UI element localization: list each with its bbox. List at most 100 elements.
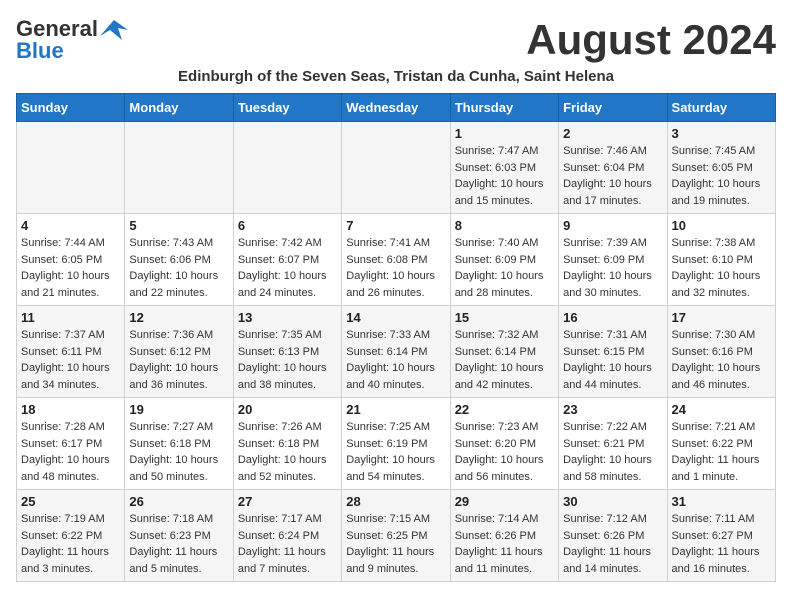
day-number: 12 — [129, 310, 228, 325]
day-info: Sunrise: 7:38 AM Sunset: 6:10 PM Dayligh… — [672, 235, 771, 301]
day-number: 15 — [455, 310, 554, 325]
column-header-saturday: Saturday — [667, 94, 775, 122]
column-header-wednesday: Wednesday — [342, 94, 450, 122]
calendar-cell: 18 Sunrise: 7:28 AM Sunset: 6:17 PM Dayli… — [17, 398, 125, 490]
column-header-monday: Monday — [125, 94, 233, 122]
calendar-cell — [233, 122, 341, 214]
calendar-cell: 20 Sunrise: 7:26 AM Sunset: 6:18 PM Dayli… — [233, 398, 341, 490]
calendar-cell: 14 Sunrise: 7:33 AM Sunset: 6:14 PM Dayli… — [342, 306, 450, 398]
day-number: 1 — [455, 126, 554, 141]
day-number: 5 — [129, 218, 228, 233]
day-number: 10 — [672, 218, 771, 233]
calendar-cell: 31 Sunrise: 7:11 AM Sunset: 6:27 PM Dayli… — [667, 490, 775, 582]
day-number: 17 — [672, 310, 771, 325]
day-info: Sunrise: 7:14 AM Sunset: 6:26 PM Dayligh… — [455, 511, 554, 577]
day-info: Sunrise: 7:33 AM Sunset: 6:14 PM Dayligh… — [346, 327, 445, 393]
calendar-cell — [342, 122, 450, 214]
day-number: 19 — [129, 402, 228, 417]
day-number: 9 — [563, 218, 662, 233]
calendar-cell: 28 Sunrise: 7:15 AM Sunset: 6:25 PM Dayli… — [342, 490, 450, 582]
day-info: Sunrise: 7:28 AM Sunset: 6:17 PM Dayligh… — [21, 419, 120, 485]
day-number: 14 — [346, 310, 445, 325]
calendar-cell: 6Sunrise: 7:42 AM Sunset: 6:07 PM Daylig… — [233, 214, 341, 306]
day-info: Sunrise: 7:23 AM Sunset: 6:20 PM Dayligh… — [455, 419, 554, 485]
calendar-cell: 7 Sunrise: 7:41 AM Sunset: 6:08 PM Daylig… — [342, 214, 450, 306]
day-info: Sunrise: 7:22 AM Sunset: 6:21 PM Dayligh… — [563, 419, 662, 485]
day-info: Sunrise: 7:12 AM Sunset: 6:26 PM Dayligh… — [563, 511, 662, 577]
calendar-week-row: 25Sunrise: 7:19 AM Sunset: 6:22 PM Dayli… — [17, 490, 776, 582]
calendar-cell: 21 Sunrise: 7:25 AM Sunset: 6:19 PM Dayli… — [342, 398, 450, 490]
calendar-week-row: 4 Sunrise: 7:44 AM Sunset: 6:05 PM Daylig… — [17, 214, 776, 306]
day-number: 13 — [238, 310, 337, 325]
day-number: 6 — [238, 218, 337, 233]
day-info: Sunrise: 7:43 AM Sunset: 6:06 PM Dayligh… — [129, 235, 228, 301]
calendar-cell: 1 Sunrise: 7:47 AM Sunset: 6:03 PM Daylig… — [450, 122, 558, 214]
day-number: 3 — [672, 126, 771, 141]
day-info: Sunrise: 7:25 AM Sunset: 6:19 PM Dayligh… — [346, 419, 445, 485]
calendar-week-row: 1 Sunrise: 7:47 AM Sunset: 6:03 PM Daylig… — [17, 122, 776, 214]
calendar-cell: 15 Sunrise: 7:32 AM Sunset: 6:14 PM Dayli… — [450, 306, 558, 398]
calendar-cell: 25Sunrise: 7:19 AM Sunset: 6:22 PM Dayli… — [17, 490, 125, 582]
calendar-cell: 10 Sunrise: 7:38 AM Sunset: 6:10 PM Dayli… — [667, 214, 775, 306]
logo: General Blue — [16, 16, 128, 64]
day-number: 4 — [21, 218, 120, 233]
day-info: Sunrise: 7:41 AM Sunset: 6:08 PM Dayligh… — [346, 235, 445, 301]
day-number: 7 — [346, 218, 445, 233]
day-number: 16 — [563, 310, 662, 325]
calendar-cell: 26 Sunrise: 7:18 AM Sunset: 6:23 PM Dayli… — [125, 490, 233, 582]
day-info: Sunrise: 7:27 AM Sunset: 6:18 PM Dayligh… — [129, 419, 228, 485]
calendar-cell: 29 Sunrise: 7:14 AM Sunset: 6:26 PM Dayli… — [450, 490, 558, 582]
calendar-cell: 22 Sunrise: 7:23 AM Sunset: 6:20 PM Dayli… — [450, 398, 558, 490]
calendar-cell: 8 Sunrise: 7:40 AM Sunset: 6:09 PM Daylig… — [450, 214, 558, 306]
logo-bird-icon — [100, 18, 128, 40]
day-number: 30 — [563, 494, 662, 509]
day-info: Sunrise: 7:17 AM Sunset: 6:24 PM Dayligh… — [238, 511, 337, 577]
day-number: 24 — [672, 402, 771, 417]
month-title: August 2024 — [526, 16, 776, 64]
day-number: 22 — [455, 402, 554, 417]
day-info: Sunrise: 7:45 AM Sunset: 6:05 PM Dayligh… — [672, 143, 771, 209]
column-header-friday: Friday — [559, 94, 667, 122]
column-header-sunday: Sunday — [17, 94, 125, 122]
calendar-cell: 19 Sunrise: 7:27 AM Sunset: 6:18 PM Dayli… — [125, 398, 233, 490]
day-info: Sunrise: 7:19 AM Sunset: 6:22 PM Dayligh… — [21, 511, 120, 577]
day-number: 27 — [238, 494, 337, 509]
day-number: 2 — [563, 126, 662, 141]
calendar-cell: 13 Sunrise: 7:35 AM Sunset: 6:13 PM Dayli… — [233, 306, 341, 398]
day-info: Sunrise: 7:18 AM Sunset: 6:23 PM Dayligh… — [129, 511, 228, 577]
day-number: 26 — [129, 494, 228, 509]
calendar-cell: 30 Sunrise: 7:12 AM Sunset: 6:26 PM Dayli… — [559, 490, 667, 582]
day-number: 28 — [346, 494, 445, 509]
day-info: Sunrise: 7:39 AM Sunset: 6:09 PM Dayligh… — [563, 235, 662, 301]
day-info: Sunrise: 7:40 AM Sunset: 6:09 PM Dayligh… — [455, 235, 554, 301]
day-info: Sunrise: 7:44 AM Sunset: 6:05 PM Dayligh… — [21, 235, 120, 301]
calendar-cell: 3 Sunrise: 7:45 AM Sunset: 6:05 PM Daylig… — [667, 122, 775, 214]
calendar-cell: 11Sunrise: 7:37 AM Sunset: 6:11 PM Dayli… — [17, 306, 125, 398]
calendar-week-row: 11Sunrise: 7:37 AM Sunset: 6:11 PM Dayli… — [17, 306, 776, 398]
calendar-cell: 27 Sunrise: 7:17 AM Sunset: 6:24 PM Dayli… — [233, 490, 341, 582]
day-info: Sunrise: 7:26 AM Sunset: 6:18 PM Dayligh… — [238, 419, 337, 485]
calendar-cell: 24 Sunrise: 7:21 AM Sunset: 6:22 PM Dayli… — [667, 398, 775, 490]
calendar-header-row: SundayMondayTuesdayWednesdayThursdayFrid… — [17, 94, 776, 122]
day-number: 21 — [346, 402, 445, 417]
day-number: 31 — [672, 494, 771, 509]
calendar-cell: 16Sunrise: 7:31 AM Sunset: 6:15 PM Dayli… — [559, 306, 667, 398]
day-info: Sunrise: 7:21 AM Sunset: 6:22 PM Dayligh… — [672, 419, 771, 485]
day-info: Sunrise: 7:47 AM Sunset: 6:03 PM Dayligh… — [455, 143, 554, 209]
day-number: 18 — [21, 402, 120, 417]
day-number: 8 — [455, 218, 554, 233]
day-number: 23 — [563, 402, 662, 417]
calendar-cell: 5 Sunrise: 7:43 AM Sunset: 6:06 PM Daylig… — [125, 214, 233, 306]
day-number: 29 — [455, 494, 554, 509]
day-info: Sunrise: 7:32 AM Sunset: 6:14 PM Dayligh… — [455, 327, 554, 393]
day-info: Sunrise: 7:15 AM Sunset: 6:25 PM Dayligh… — [346, 511, 445, 577]
day-info: Sunrise: 7:35 AM Sunset: 6:13 PM Dayligh… — [238, 327, 337, 393]
day-number: 20 — [238, 402, 337, 417]
calendar-cell: 9 Sunrise: 7:39 AM Sunset: 6:09 PM Daylig… — [559, 214, 667, 306]
calendar-table: SundayMondayTuesdayWednesdayThursdayFrid… — [16, 93, 776, 582]
day-info: Sunrise: 7:11 AM Sunset: 6:27 PM Dayligh… — [672, 511, 771, 577]
calendar-week-row: 18 Sunrise: 7:28 AM Sunset: 6:17 PM Dayli… — [17, 398, 776, 490]
page-subtitle: Edinburgh of the Seven Seas, Tristan da … — [16, 68, 776, 85]
header: General Blue August 2024 — [16, 16, 776, 64]
calendar-cell — [125, 122, 233, 214]
